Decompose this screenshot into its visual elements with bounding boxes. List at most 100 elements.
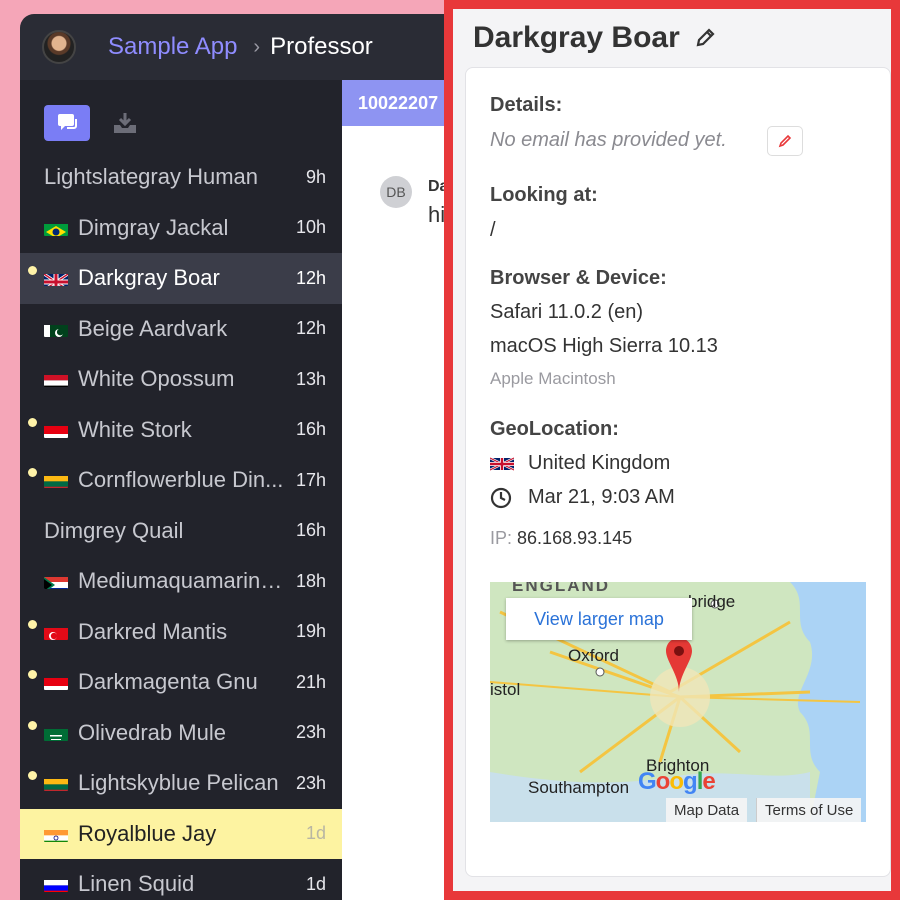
conversation-item[interactable]: Cornflowerblue Din... 17h xyxy=(20,455,342,506)
details-card: Details: No email has provided yet. Look… xyxy=(465,67,891,877)
conversation-item[interactable]: Darkmagenta Gnu 21h xyxy=(20,657,342,708)
app-name-link[interactable]: Sample App xyxy=(108,33,237,61)
conversation-name: Darkred Mantis xyxy=(78,618,228,644)
conversation-item[interactable]: Lightslategray Human 9h xyxy=(20,152,342,203)
conversation-name: Royalblue Jay xyxy=(78,820,217,846)
terms-of-use-link[interactable]: Terms of Use xyxy=(756,798,862,822)
google-logo: Google xyxy=(638,768,716,795)
conversation-time: 19h xyxy=(295,621,326,642)
conversation-name: White Stork xyxy=(78,416,192,442)
conversation-name: Cornflowerblue Din... xyxy=(78,467,284,493)
country-flag-icon xyxy=(44,624,68,640)
unread-dot-icon xyxy=(28,417,37,427)
conversation-name: Dimgrey Quail xyxy=(44,517,184,543)
country-flag-icon xyxy=(44,422,68,438)
conversation-time: 12h xyxy=(295,318,326,339)
conversation-time: 18h xyxy=(295,570,326,591)
conversation-time: 21h xyxy=(295,671,326,692)
conversation-item[interactable]: Mediumaquamarine... 18h xyxy=(20,556,342,607)
conversation-time: 9h xyxy=(305,166,326,187)
conversation-name: Beige Aardvark xyxy=(78,315,228,341)
conversation-item[interactable]: Lightskyblue Pelican 23h xyxy=(20,758,342,809)
map-label-england: ENGLAND xyxy=(512,582,611,595)
browser-value: Safari 11.0.2 (en) xyxy=(490,301,644,323)
clock-icon xyxy=(490,487,516,509)
map-marker-icon xyxy=(666,638,692,692)
conversation-time: 17h xyxy=(295,469,326,490)
conversation-time: 16h xyxy=(295,520,326,541)
conversation-time: 1d xyxy=(305,873,326,894)
uk-flag-icon xyxy=(490,456,516,472)
conversation-item[interactable]: Darkgray Boar 12h xyxy=(20,253,342,304)
view-larger-map-link[interactable]: View larger map xyxy=(506,598,692,640)
conversation-item[interactable]: White Stork 16h xyxy=(20,405,342,456)
country-flag-icon xyxy=(44,321,68,337)
location-map[interactable]: ENGLAND bridge Oxford istol Brighton Sou… xyxy=(490,582,866,822)
conversation-item[interactable]: Dimgrey Quail 16h xyxy=(20,506,342,557)
breadcrumb-current-page: Professor xyxy=(270,33,373,60)
chat-bubbles-icon xyxy=(58,114,77,130)
country-value: United Kingdom xyxy=(528,452,671,474)
unread-dot-icon xyxy=(28,619,37,629)
conversation-item[interactable]: Dimgray Jackal 10h xyxy=(20,203,342,254)
country-flag-icon xyxy=(44,220,68,236)
conversation-name: Dimgray Jackal xyxy=(78,214,229,240)
local-time-row: Mar 21, 9:03 AM xyxy=(490,486,675,509)
ip-value: 86.168.93.145 xyxy=(517,528,633,548)
conversation-time: 1d xyxy=(305,823,326,844)
conversation-item[interactable]: Olivedrab Mule 23h xyxy=(20,708,342,759)
country-row: United Kingdom xyxy=(490,452,670,475)
message-text: hi xyxy=(428,202,446,227)
tab-inbox[interactable] xyxy=(112,111,138,135)
conversation-name: Lightslategray Human xyxy=(44,164,259,190)
country-flag-icon xyxy=(44,472,68,489)
unread-dot-icon xyxy=(28,720,37,730)
visitor-title: Darkgray Boar xyxy=(473,21,716,55)
conversation-time: 12h xyxy=(295,267,326,288)
geolocation-label: GeoLocation: xyxy=(490,418,619,440)
map-label-cambridge: bridge xyxy=(688,592,736,611)
top-bar: Sample App › Professor xyxy=(20,14,460,80)
details-label: Details: xyxy=(490,94,563,116)
conversation-item[interactable]: Linen Squid 1d xyxy=(20,859,342,900)
conversation-item[interactable]: Darkred Mantis 19h xyxy=(20,607,342,658)
map-data-link[interactable]: Map Data xyxy=(666,798,748,822)
conversation-item[interactable]: Beige Aardvark 12h xyxy=(20,304,342,355)
unread-dot-icon xyxy=(28,266,37,275)
tab-chats[interactable] xyxy=(44,105,90,141)
app-window: Sample App › Professor Lightslategray Hu… xyxy=(20,14,460,900)
conversation-time: 13h xyxy=(295,368,326,389)
country-flag-icon xyxy=(44,876,68,893)
unread-dot-icon xyxy=(28,468,37,477)
breadcrumb-separator: › xyxy=(253,35,261,58)
conversation-name: Olivedrab Mule xyxy=(78,719,226,745)
conversation-name: Linen Squid xyxy=(78,871,195,897)
country-flag-icon xyxy=(44,573,68,590)
conversation-name: Darkgray Boar xyxy=(78,265,220,291)
country-flag-icon xyxy=(44,674,68,691)
conversation-name: Mediumaquamarine... xyxy=(78,568,290,594)
ip-row: IP: 86.168.93.145 xyxy=(490,528,632,549)
conversation-time: 23h xyxy=(295,772,326,793)
conversation-item[interactable]: White Opossum 13h xyxy=(20,354,342,405)
pencil-icon xyxy=(778,134,792,148)
looking-at-label: Looking at: xyxy=(490,184,598,206)
message-avatar: DB xyxy=(380,176,412,208)
map-label-southampton: Southampton xyxy=(528,778,630,797)
ip-label: IP: xyxy=(490,528,513,548)
visitor-name: Darkgray Boar xyxy=(473,21,680,54)
country-flag-icon xyxy=(44,826,68,842)
conversation-item[interactable]: Royalblue Jay 1d xyxy=(20,808,342,859)
email-status: No email has provided yet. xyxy=(490,129,727,151)
edit-email-button[interactable] xyxy=(767,126,803,156)
conversation-time: 10h xyxy=(295,217,326,238)
country-flag-icon xyxy=(44,270,68,287)
map-label-oxford: Oxford xyxy=(568,646,620,665)
country-flag-icon xyxy=(44,371,68,388)
conversation-sidebar: Lightslategray Human 9h Dimgray Jackal 10h D… xyxy=(20,80,342,900)
os-value: macOS High Sierra 10.13 xyxy=(490,335,718,357)
user-avatar[interactable] xyxy=(42,30,76,64)
country-flag-icon xyxy=(44,725,68,741)
inbox-download-icon xyxy=(114,113,136,133)
pencil-icon[interactable] xyxy=(694,27,716,49)
